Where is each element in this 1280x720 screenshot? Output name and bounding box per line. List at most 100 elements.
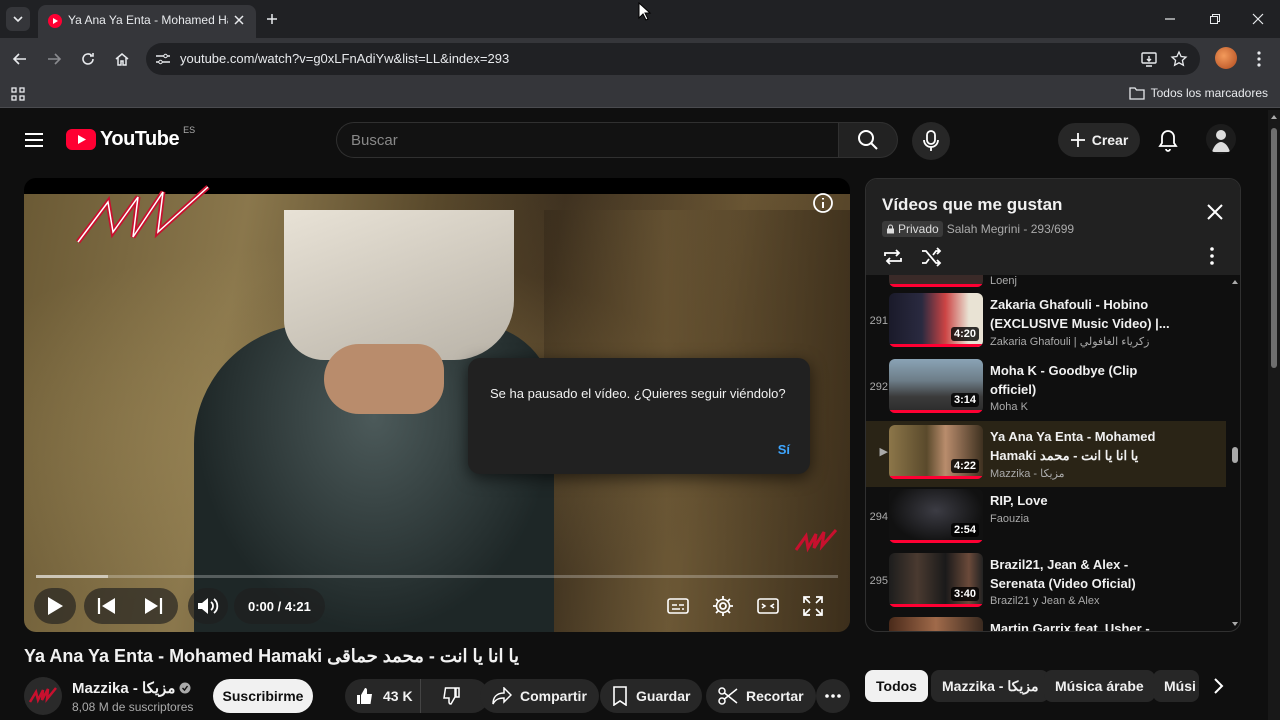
item-index: 291: [869, 315, 888, 327]
fullscreen-icon[interactable]: [800, 593, 826, 619]
close-icon[interactable]: [1206, 203, 1224, 221]
list-item[interactable]: 295 3:40 Brazil21, Jean & Alex - Serenat…: [866, 551, 1226, 615]
subtitles-icon[interactable]: [665, 593, 691, 619]
item-index: 295: [869, 575, 888, 587]
search-input[interactable]: Buscar: [336, 122, 838, 158]
channel-name[interactable]: Mazzika - مزيكا: [72, 679, 191, 697]
back-arrow-icon[interactable]: [8, 47, 32, 71]
chip-all[interactable]: Todos: [865, 670, 928, 702]
apps-grid-icon[interactable]: [10, 86, 26, 102]
volume-button[interactable]: [188, 588, 228, 624]
page-scroll-thumb[interactable]: [1271, 128, 1277, 368]
item-index: 294: [869, 511, 888, 523]
search-button[interactable]: [838, 122, 898, 158]
voice-search-button[interactable]: [912, 122, 950, 160]
search-icon: [858, 130, 878, 150]
clip-button[interactable]: Recortar: [706, 679, 816, 713]
verified-check-icon: [179, 682, 191, 694]
chip-music[interactable]: Músi: [1153, 670, 1199, 702]
bookmark-star-icon[interactable]: [1170, 50, 1188, 68]
page-scroll-up-icon[interactable]: [1270, 114, 1278, 120]
browser-tab[interactable]: Ya Ana Ya Enta - Mohamed Hamaki: [38, 5, 256, 38]
clip-label: Recortar: [746, 688, 804, 704]
list-item[interactable]: Martin Garrix feat. Usher -: [866, 615, 1226, 631]
mazzika-corner-logo: [794, 529, 838, 553]
item-channel: Brazil21 y Jean & Alex: [990, 595, 1100, 607]
new-tab-plus-icon[interactable]: [262, 9, 282, 29]
channel-avatar[interactable]: [24, 677, 62, 715]
mazzika-watermark-logo: [76, 185, 210, 244]
more-actions-button[interactable]: [816, 679, 850, 713]
private-label: Privado: [898, 222, 939, 236]
chip-channel[interactable]: Mazzika - مزيكا: [931, 670, 1050, 702]
chip-arabic-music[interactable]: Música árabe: [1044, 670, 1155, 702]
tab-close-icon[interactable]: [230, 11, 248, 29]
loop-icon[interactable]: [882, 247, 904, 267]
playlist-scroll-thumb[interactable]: [1232, 447, 1238, 463]
save-button[interactable]: Guardar: [600, 679, 703, 713]
all-bookmarks-button[interactable]: Todos los marcadores: [1128, 86, 1268, 100]
time-display-pill: 0:00 / 4:21: [234, 588, 325, 624]
scroll-down-icon[interactable]: [1231, 621, 1239, 627]
restore-icon[interactable]: [1205, 9, 1225, 29]
chevron-down-icon: [13, 16, 23, 23]
prev-next-controls: [84, 588, 178, 624]
theater-mode-icon[interactable]: [755, 593, 781, 619]
install-app-icon[interactable]: [1140, 50, 1158, 68]
forward-arrow-icon[interactable]: [42, 47, 66, 71]
more-vertical-icon[interactable]: [1210, 247, 1214, 265]
site-info-icon[interactable]: [154, 50, 172, 68]
shuffle-icon[interactable]: [920, 247, 942, 267]
scroll-up-icon[interactable]: [1231, 279, 1239, 285]
browser-tab-strip: Ya Ana Ya Enta - Mohamed Hamaki: [0, 0, 1280, 38]
video-thumbnail: 3:40: [889, 553, 983, 607]
video-title: Ya Ana Ya Enta - Mohamed Hamaki يا انا ي…: [24, 646, 520, 666]
create-label: Crear: [1091, 132, 1129, 148]
paused-message: Se ha pausado el vídeo. ¿Quieres seguir …: [490, 386, 786, 401]
like-dislike-group: 43 K: [345, 679, 489, 713]
user-avatar[interactable]: [1206, 124, 1236, 154]
subscribe-button[interactable]: Suscribirme: [213, 679, 313, 713]
reload-icon[interactable]: [76, 47, 100, 71]
progress-buffer: [36, 575, 109, 578]
playlist-meta: Privado Salah Megrini - 293/699: [882, 221, 1074, 237]
chevron-right-icon[interactable]: [1206, 674, 1230, 698]
settings-gear-icon[interactable]: [710, 593, 736, 619]
share-button[interactable]: Compartir: [480, 679, 599, 713]
tab-search-button[interactable]: [6, 7, 30, 31]
dislike-button[interactable]: [429, 679, 473, 713]
progress-bar[interactable]: [36, 575, 838, 578]
item-channel: Loenj: [990, 275, 1017, 287]
item-channel: Moha K: [990, 401, 1028, 413]
list-item[interactable]: 294 2:54 RIP, Love Faouzia: [866, 487, 1226, 551]
notifications-bell-icon[interactable]: [1156, 127, 1180, 153]
playlist-title[interactable]: Vídeos que me gustan: [882, 195, 1062, 215]
home-icon[interactable]: [110, 47, 134, 71]
play-button[interactable]: [34, 588, 76, 624]
minimize-icon[interactable]: [1160, 9, 1180, 29]
item-title: Brazil21, Jean & Alex - Serenata (Video …: [990, 557, 1136, 591]
list-item[interactable]: 292 3:14 Moha K - Goodbye (Clip officiel…: [866, 357, 1226, 421]
like-button[interactable]: 43 K: [345, 679, 421, 713]
browser-profile-avatar[interactable]: [1215, 47, 1237, 69]
list-item[interactable]: 291 4:20 Zakaria Ghafouli - Hobino (EXCL…: [866, 291, 1226, 355]
video-thumbnail: 4:22: [889, 425, 983, 479]
page-scrollbar[interactable]: [1268, 110, 1280, 720]
create-button[interactable]: Crear: [1058, 123, 1140, 157]
youtube-logo[interactable]: YouTube ES: [66, 125, 195, 151]
youtube-wordmark: YouTube: [100, 128, 180, 150]
hamburger-menu-icon[interactable]: [22, 128, 46, 152]
item-duration: 4:22: [950, 459, 979, 473]
window-close-icon[interactable]: [1248, 9, 1268, 29]
previous-icon[interactable]: [96, 597, 118, 615]
address-bar[interactable]: youtube.com/watch?v=g0xLFnAdiYw&list=LL&…: [146, 43, 1200, 75]
play-icon: [48, 597, 63, 615]
browser-menu-icon[interactable]: [1249, 47, 1269, 71]
list-item-current[interactable]: ▶ 4:22 Ya Ana Ya Enta - Mohamed Hamaki ي…: [866, 421, 1226, 487]
info-icon[interactable]: [812, 192, 834, 214]
playlist-owner-progress: Salah Megrini - 293/699: [946, 222, 1075, 236]
playlist-scrollbar[interactable]: [1229, 275, 1240, 631]
plus-icon: [1070, 133, 1085, 147]
next-icon[interactable]: [142, 597, 164, 615]
continue-watching-button[interactable]: Sí: [778, 442, 790, 457]
